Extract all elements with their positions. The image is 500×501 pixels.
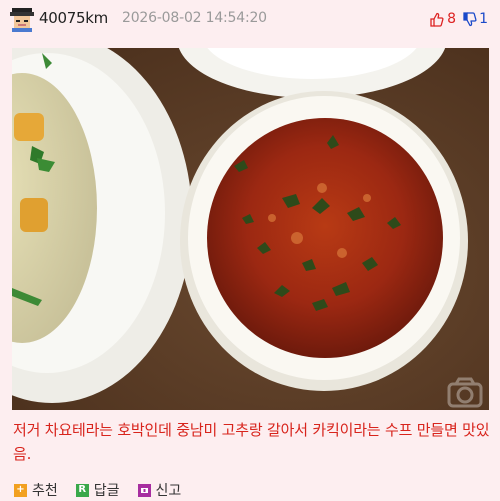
reply-label: 답글 (93, 483, 120, 499)
reply-button[interactable]: R 답글 (75, 480, 120, 500)
report-button[interactable]: 신고 (137, 480, 182, 500)
report-icon (137, 483, 151, 497)
thumbs-up-icon (430, 12, 444, 27)
vote-counts: 8 1 (430, 9, 488, 29)
pixel-avatar-icon[interactable] (10, 8, 34, 32)
upvote-button[interactable]: 8 (430, 11, 456, 27)
post-caption: 저거 차요테라는 호박인데 중남미 고추랑 갈아서 카킥이라는 수프 만들면 맛… (13, 421, 490, 463)
reply-icon: R (75, 483, 89, 497)
post-photo (12, 48, 489, 410)
username[interactable]: 40075km (39, 9, 108, 27)
post-header: 40075km 2026-08-02 14:54:20 8 1 (0, 0, 500, 40)
post-timestamp: 2026-08-02 14:54:20 (122, 10, 267, 26)
downvote-count: 1 (479, 11, 488, 27)
plus-icon: + (14, 483, 27, 497)
recommend-button[interactable]: + 추천 (14, 480, 58, 500)
downvote-button[interactable]: 1 (463, 11, 488, 27)
recommend-label: 추천 (32, 483, 58, 499)
thumbs-down-icon (463, 11, 477, 26)
upvote-count: 8 (447, 11, 457, 27)
food-photo (12, 48, 489, 410)
report-label: 신고 (155, 483, 182, 499)
post-actions: + 추천 R 답글 신고 (14, 481, 181, 499)
